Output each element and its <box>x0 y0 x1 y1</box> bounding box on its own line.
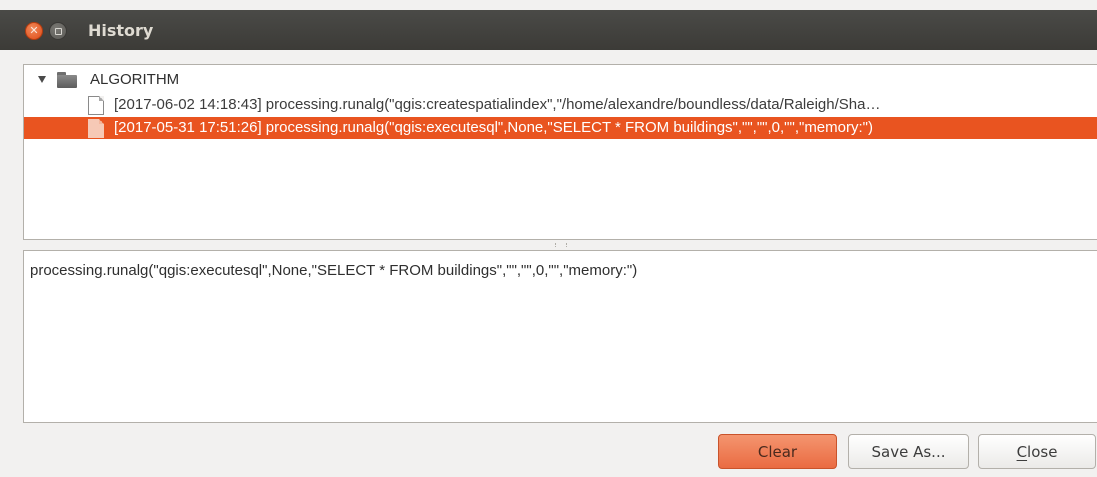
save-as-button[interactable]: Save As... <box>848 434 969 469</box>
folder-icon <box>57 72 77 88</box>
tree-folder-algorithm[interactable]: ALGORITHM <box>24 69 1097 91</box>
file-icon <box>88 119 104 138</box>
command-text: processing.runalg("qgis:executesql",None… <box>30 262 638 279</box>
window-minimize-button[interactable] <box>49 22 67 40</box>
file-icon <box>88 96 104 115</box>
splitter-grip-icon <box>555 243 567 247</box>
tree-folder-label: ALGORITHM <box>90 71 180 88</box>
window-title: History <box>88 21 154 40</box>
close-button[interactable]: Close <box>978 434 1096 469</box>
history-entry-label: [2017-05-31 17:51:26] processing.runalg(… <box>114 119 873 136</box>
panel-splitter[interactable] <box>23 240 1097 250</box>
history-entry-selected[interactable]: [2017-05-31 17:51:26] processing.runalg(… <box>24 117 1097 139</box>
minimize-icon <box>54 27 62 35</box>
window-close-button[interactable]: ✕ <box>25 22 43 40</box>
close-button-label: Close <box>1016 442 1058 461</box>
history-tree[interactable]: ALGORITHM [2017-06-02 14:18:43] processi… <box>23 64 1097 240</box>
clear-button[interactable]: Clear <box>718 434 837 469</box>
title-bar: ✕ History <box>0 10 1097 50</box>
close-icon: ✕ <box>29 24 39 37</box>
command-text-area[interactable]: processing.runalg("qgis:executesql",None… <box>23 250 1097 423</box>
expand-arrow-icon[interactable] <box>38 76 46 83</box>
history-entry-label: [2017-06-02 14:18:43] processing.runalg(… <box>114 96 881 113</box>
history-entry[interactable]: [2017-06-02 14:18:43] processing.runalg(… <box>86 94 1097 116</box>
